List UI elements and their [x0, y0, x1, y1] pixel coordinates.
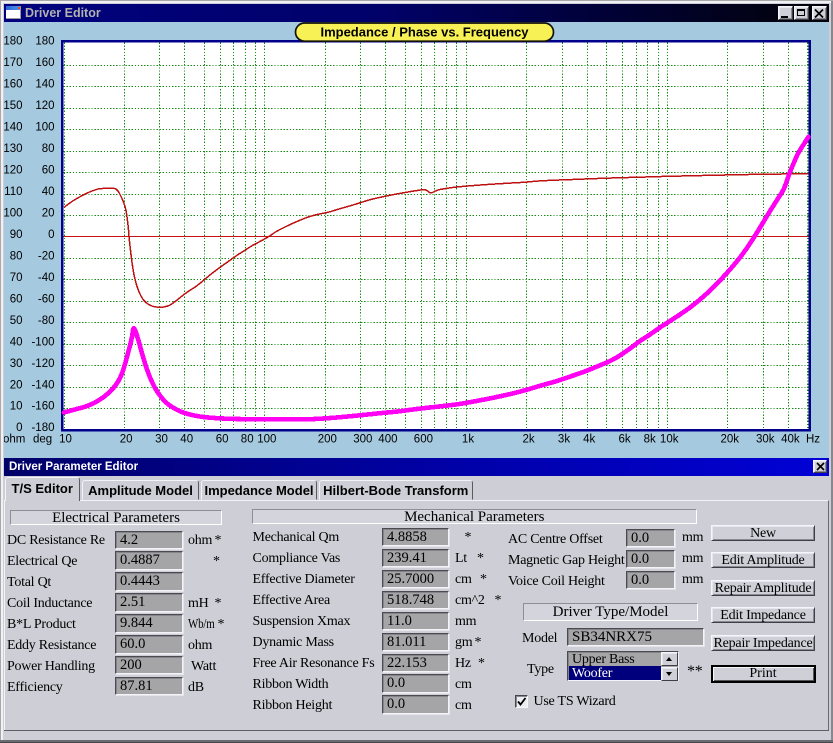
svg-text:20: 20	[10, 379, 23, 391]
svg-text:80: 80	[42, 143, 55, 155]
svg-text:-160: -160	[31, 401, 54, 413]
svg-text:600: 600	[414, 434, 433, 446]
svg-text:20k: 20k	[721, 434, 740, 446]
svg-text:1k: 1k	[462, 434, 474, 446]
svg-text:200: 200	[318, 434, 337, 446]
svg-text:160: 160	[35, 57, 54, 69]
svg-text:180: 180	[35, 36, 54, 48]
svg-text:40: 40	[10, 336, 23, 348]
svg-text:0: 0	[48, 229, 54, 241]
svg-text:10: 10	[59, 434, 72, 446]
svg-text:10k: 10k	[660, 434, 679, 446]
svg-text:140: 140	[4, 122, 23, 134]
svg-text:6k: 6k	[619, 434, 631, 446]
svg-text:20: 20	[120, 434, 133, 446]
svg-text:-140: -140	[31, 379, 54, 391]
svg-text:80: 80	[10, 250, 23, 262]
svg-text:Impedance / Phase vs. Frequenc: Impedance / Phase vs. Frequency	[320, 25, 529, 40]
svg-text:30k: 30k	[756, 434, 775, 446]
svg-text:300: 300	[353, 434, 372, 446]
svg-text:8k: 8k	[644, 434, 656, 446]
svg-text:100: 100	[4, 208, 23, 220]
svg-text:4k: 4k	[583, 434, 595, 446]
svg-text:40: 40	[180, 434, 193, 446]
svg-text:160: 160	[4, 79, 23, 91]
svg-text:-80: -80	[38, 315, 55, 327]
svg-text:deg: deg	[33, 434, 52, 446]
svg-text:30: 30	[10, 358, 23, 370]
svg-text:-180: -180	[31, 422, 54, 434]
svg-text:40: 40	[42, 186, 55, 198]
svg-text:-100: -100	[31, 336, 54, 348]
svg-text:Hz: Hz	[806, 434, 820, 446]
svg-text:90: 90	[10, 229, 23, 241]
svg-text:100: 100	[257, 434, 276, 446]
svg-text:180: 180	[4, 36, 23, 48]
svg-text:110: 110	[4, 186, 22, 198]
svg-text:40k: 40k	[781, 434, 800, 446]
svg-text:-20: -20	[38, 250, 55, 262]
svg-text:150: 150	[4, 100, 23, 112]
svg-text:60: 60	[216, 434, 229, 446]
svg-text:-120: -120	[31, 358, 54, 370]
svg-text:130: 130	[4, 143, 23, 155]
svg-text:50: 50	[10, 315, 23, 327]
svg-text:-60: -60	[38, 293, 55, 305]
svg-text:60: 60	[10, 293, 23, 305]
svg-text:140: 140	[35, 79, 54, 91]
svg-text:80: 80	[241, 434, 254, 446]
svg-text:0: 0	[16, 422, 22, 434]
svg-text:30: 30	[155, 434, 168, 446]
svg-text:120: 120	[4, 165, 23, 177]
svg-text:100: 100	[35, 122, 54, 134]
svg-text:3k: 3k	[558, 434, 570, 446]
svg-text:20: 20	[42, 208, 55, 220]
svg-text:ohm: ohm	[4, 434, 25, 446]
svg-text:70: 70	[10, 272, 23, 284]
svg-text:170: 170	[4, 57, 23, 69]
svg-text:60: 60	[42, 165, 55, 177]
svg-text:120: 120	[35, 100, 54, 112]
svg-text:2k: 2k	[523, 434, 535, 446]
svg-text:400: 400	[378, 434, 397, 446]
svg-text:-40: -40	[38, 272, 55, 284]
svg-text:10: 10	[10, 401, 23, 413]
